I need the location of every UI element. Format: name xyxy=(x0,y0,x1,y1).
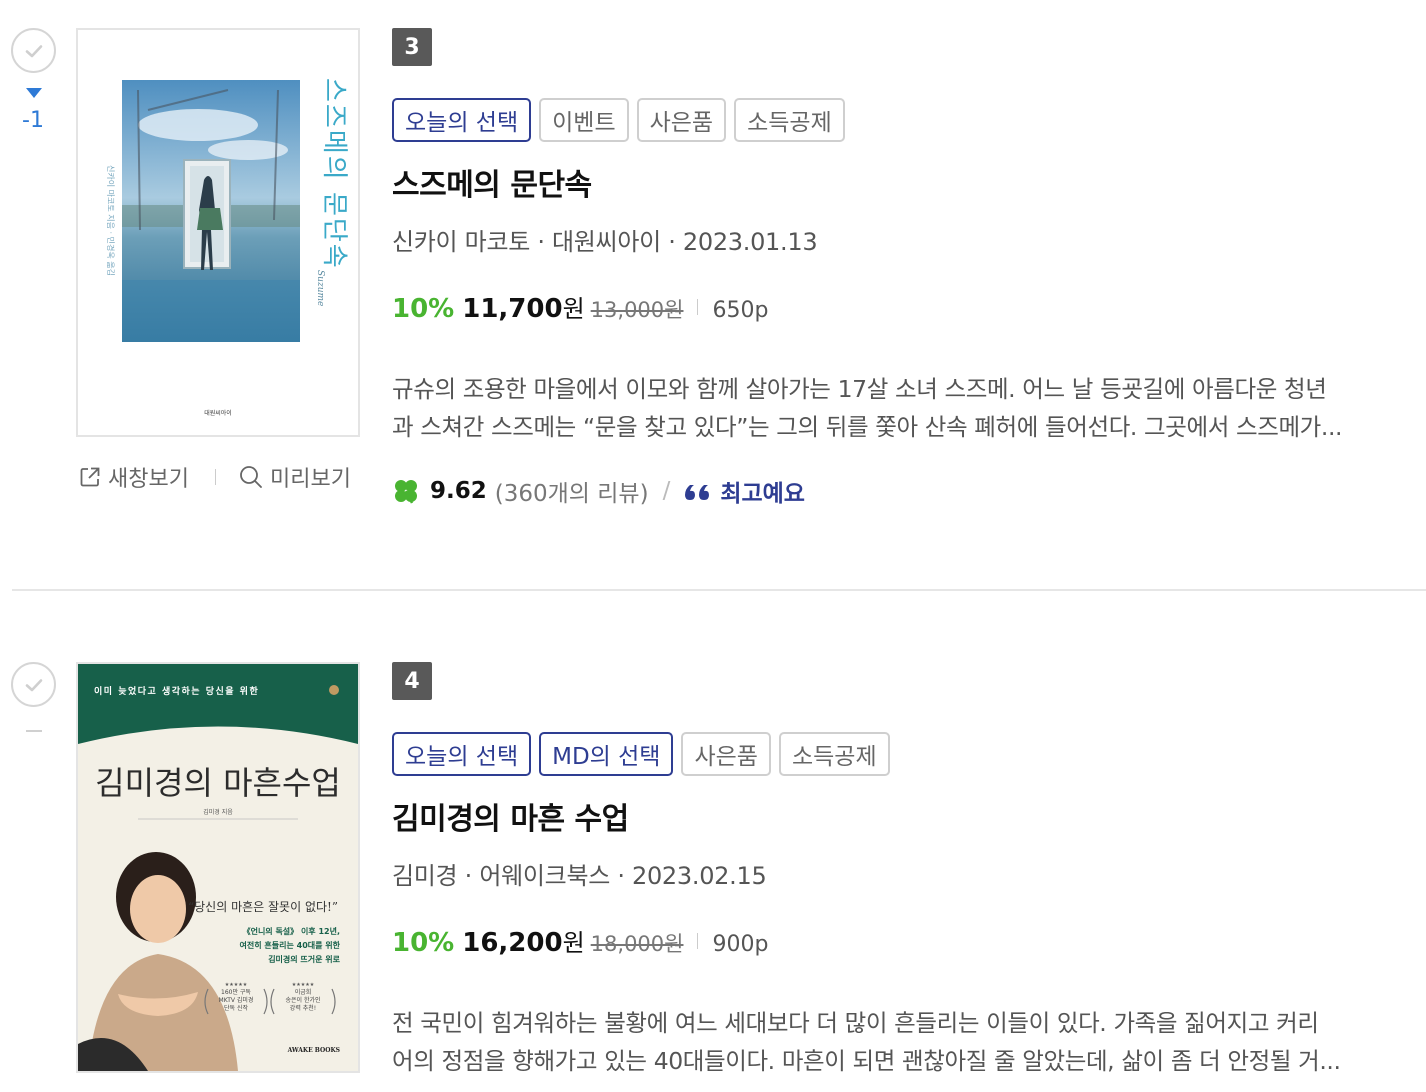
cover-laurel-text: 강력 추천! xyxy=(290,1004,316,1012)
search-icon xyxy=(240,466,262,488)
tag-todays-pick[interactable]: 오늘의 선택 xyxy=(392,98,532,142)
tag-tax-deduction[interactable]: 소득공제 xyxy=(734,98,845,142)
book-description: 규슈의 조용한 마을에서 이모와 함께 살아가는 17살 소녀 스즈메. 어느 … xyxy=(392,370,1422,446)
check-icon xyxy=(25,45,43,58)
tag-todays-pick[interactable]: 오늘의 선택 xyxy=(392,732,532,776)
book-meta: 신카이 마코토 · 대원씨아이 · 2023.01.13 xyxy=(392,228,818,256)
tag-event[interactable]: 이벤트 xyxy=(539,98,629,142)
divider xyxy=(697,932,699,949)
cover-title: 김미경의 마흔수업 xyxy=(95,764,341,802)
book-list-item: -1 스즈메의 문단속 신카이 마코토 지음 · 민경욱 옮김 Suzume 대… xyxy=(0,0,1426,590)
original-price: 13,000원 xyxy=(590,298,684,322)
select-checkbox[interactable] xyxy=(11,662,56,707)
rating-score: 9.62 xyxy=(430,478,487,504)
book-list-item: 이미 늦었다고 생각하는 당신을 위한 김미경의 마흔수업 김미경 지음 “당신… xyxy=(0,634,1426,1092)
cover-title: 스즈메의 문단속 xyxy=(319,78,349,270)
cover-laurel-text: ★★★★★ xyxy=(225,982,248,988)
rating-row: 9.62 (360개의 리뷰) / 최고예요 xyxy=(392,474,1422,508)
cover-laurel-text: 단독 신작 xyxy=(224,1004,248,1012)
book-title[interactable]: 김미경의 마흔 수업 xyxy=(392,794,1422,838)
tag-list: 오늘의 선택 이벤트 사은품 소득공제 xyxy=(392,98,1422,142)
cover-laurel-text: MKTV 김미경 xyxy=(219,996,254,1004)
check-icon xyxy=(25,679,43,692)
cover-image: 스즈메의 문단속 신카이 마코토 지음 · 민경욱 옮김 Suzume 대원씨아… xyxy=(78,30,358,435)
description-line: 어의 정점을 향해가고 있는 40대들이다. 마흔이 되면 괜찮아질 줄 알았는… xyxy=(392,1047,1341,1075)
divider xyxy=(214,469,216,485)
select-checkbox[interactable] xyxy=(11,28,56,73)
sale-price: 11,700 xyxy=(462,294,563,324)
description-line: 과 스쳐간 스즈메는 “문을 찾고 있다”는 그의 뒤를 쫓아 산속 폐허에 들… xyxy=(392,413,1343,441)
price-row: 10% 11,700 원 13,000원 650p xyxy=(392,289,1422,324)
cover-blurb-line: 《언니의 독설》 이후 12년, xyxy=(243,926,340,936)
cover-laurel-text: 160만 구독 xyxy=(221,988,251,996)
tag-tax-deduction[interactable]: 소득공제 xyxy=(778,732,890,776)
book-description: 전 국민이 힘겨워하는 불황에 여느 세대보다 더 많이 흔들리는 이들이 있다… xyxy=(392,1004,1422,1080)
rank-change-value: -1 xyxy=(22,108,44,133)
divider: / xyxy=(662,478,671,504)
cover-author: 신카이 마코토 지음 · 민경욱 옮김 xyxy=(106,165,116,276)
book-title[interactable]: 스즈메의 문단속 xyxy=(392,160,1422,204)
cover-laurel-text: 이금희 xyxy=(295,988,312,996)
page-count: 650p xyxy=(712,298,769,323)
price-unit: 원 xyxy=(562,295,585,323)
preview-button[interactable]: 미리보기 xyxy=(238,461,351,493)
cover-top-line: 이미 늦었다고 생각하는 당신을 위한 xyxy=(94,685,259,697)
quote-icon xyxy=(685,485,710,500)
rank-badge: 4 xyxy=(392,662,432,700)
list-divider xyxy=(12,589,1426,591)
new-window-label: 새창보기 xyxy=(108,467,189,492)
arrow-down-icon xyxy=(26,88,42,98)
book-meta: 김미경 · 어웨이크북스 · 2023.02.15 xyxy=(392,862,767,890)
page-count: 900p xyxy=(712,932,769,957)
price-unit: 원 xyxy=(562,929,585,957)
book-cover[interactable]: 이미 늦었다고 생각하는 당신을 위한 김미경의 마흔수업 김미경 지음 “당신… xyxy=(76,662,360,1073)
book-info: 3 오늘의 선택 이벤트 사은품 소득공제 스즈메의 문단속 신카이 마코토 ·… xyxy=(392,28,1422,508)
price-row: 10% 16,200 원 18,000원 900p xyxy=(392,923,1422,958)
book-cover[interactable]: 스즈메의 문단속 신카이 마코토 지음 · 민경욱 옮김 Suzume 대원씨아… xyxy=(76,28,360,437)
cover-image: 이미 늦었다고 생각하는 당신을 위한 김미경의 마흔수업 김미경 지음 “당신… xyxy=(78,664,358,1071)
description-line: 규슈의 조용한 마을에서 이모와 함께 살아가는 17살 소녀 스즈메. 어느 … xyxy=(392,375,1327,403)
discount-rate: 10% xyxy=(392,294,455,324)
rank-badge: 3 xyxy=(392,28,432,66)
external-link-icon xyxy=(80,467,100,487)
cover-actions: 새창보기 미리보기 xyxy=(78,460,351,494)
cover-publisher: AWAKE BOOKS xyxy=(287,1047,340,1054)
cover-laurel-text: ★★★★★ xyxy=(292,982,315,988)
cover-subtitle: Suzume xyxy=(315,270,325,306)
clover-icon xyxy=(395,480,417,504)
description-line: 전 국민이 힘겨워하는 불황에 여느 세대보다 더 많이 흔들리는 이들이 있다… xyxy=(392,1009,1319,1037)
rank-unchanged-icon xyxy=(26,730,42,732)
cover-publisher: 대원씨아이 xyxy=(204,409,232,417)
tag-gift[interactable]: 사은품 xyxy=(681,732,771,776)
preview-label: 미리보기 xyxy=(269,467,351,492)
book-info: 4 오늘의 선택 MD의 선택 사은품 소득공제 김미경의 마흔 수업 김미경 … xyxy=(392,662,1422,1080)
divider xyxy=(697,298,699,315)
cover-blurb-line: 김미경의 뜨거운 위로 xyxy=(268,954,340,964)
cover-author: 김미경 지음 xyxy=(203,808,233,816)
tag-list: 오늘의 선택 MD의 선택 사은품 소득공제 xyxy=(392,732,1422,776)
cover-quote: “당신의 마흔은 잘못이 없다!” xyxy=(188,900,338,914)
new-window-button[interactable]: 새창보기 xyxy=(78,461,189,493)
review-count[interactable]: (360개의 리뷰) xyxy=(495,474,649,508)
tag-md-pick[interactable]: MD의 선택 xyxy=(539,732,674,776)
review-highlight[interactable]: 최고예요 xyxy=(720,474,805,508)
rank-change: -1 xyxy=(0,88,68,133)
sale-price: 16,200 xyxy=(462,928,563,958)
cover-laurel-text: 송은이 한가인 xyxy=(285,996,320,1004)
cover-blurb-line: 여전히 흔들리는 40대를 위한 xyxy=(240,940,341,950)
discount-rate: 10% xyxy=(392,928,455,958)
tag-gift[interactable]: 사은품 xyxy=(636,98,727,142)
original-price: 18,000원 xyxy=(590,932,684,956)
